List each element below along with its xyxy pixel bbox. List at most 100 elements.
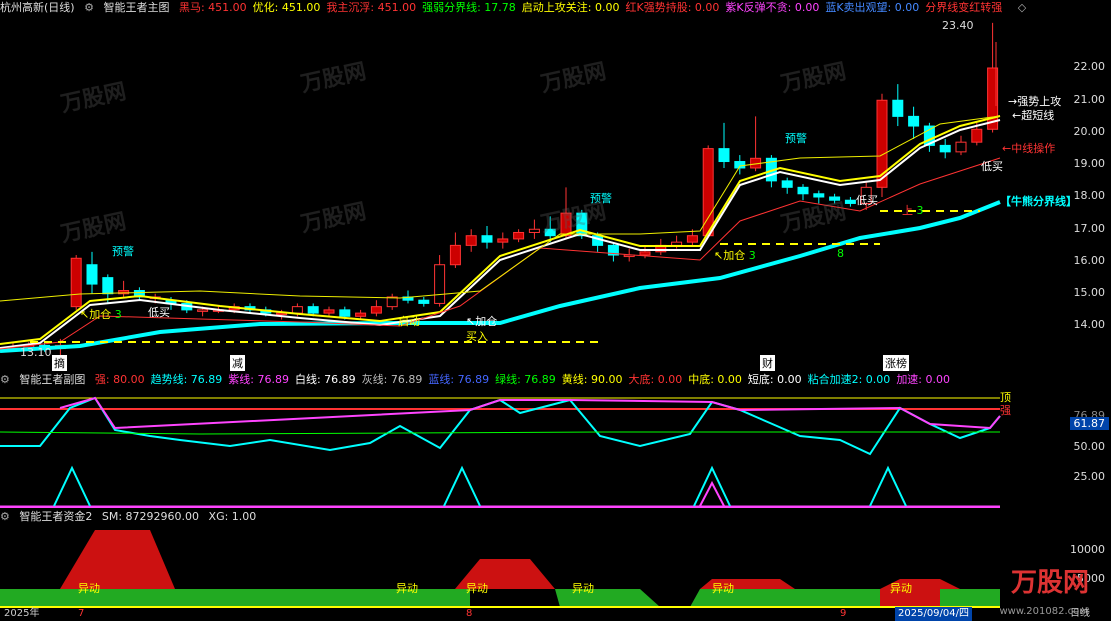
main-indicator-name[interactable]: 智能王者主图 (103, 1, 169, 14)
indicator-settings-icon[interactable]: ⚙ (0, 510, 10, 523)
candle-body (370, 306, 382, 314)
warning-label: 预警 (112, 245, 134, 258)
candle-body (434, 264, 446, 304)
indicator-value: 蓝线: 76.89 (428, 373, 490, 386)
axis-tick: 22.00 (1073, 60, 1106, 73)
event-tag[interactable]: 摘 (52, 355, 67, 371)
indicator-value: 趋势线: 76.89 (150, 373, 223, 386)
candle-body (513, 231, 525, 240)
up-label: 上 3 (902, 204, 924, 217)
candle-body (955, 141, 967, 153)
candle-body (449, 244, 461, 266)
indicator-value: 启动上攻关注: 0.00 (521, 1, 620, 14)
indicator-settings-icon[interactable]: ⚙ (0, 373, 10, 386)
candle-body (497, 238, 509, 243)
candle-body (639, 251, 651, 256)
candle-body (718, 148, 730, 163)
event-tag[interactable]: 减 (230, 355, 245, 371)
strong-marker: 强 (1000, 404, 1011, 417)
candle-body (908, 115, 920, 127)
candle-body (102, 277, 114, 295)
indicator-settings-icon[interactable]: ⚙ (84, 1, 94, 14)
diamond-icon[interactable]: ◇ (1018, 1, 1026, 14)
axis-tick: 14.00 (1073, 318, 1106, 331)
add-position-label: ↖加仓 3 (714, 249, 756, 262)
axis-tick: 50.00 (1073, 440, 1106, 453)
main-price-axis: 22.00 21.00 20.00 19.00 18.00 17.00 16.0… (1059, 16, 1111, 366)
high-price-label: 23.40 (942, 19, 974, 32)
axis-tick: 25.00 (1073, 470, 1106, 483)
candle-body (197, 309, 209, 312)
low-buy-label: 低买 (981, 160, 1003, 173)
indicator-value: 灰线: 76.89 (361, 373, 423, 386)
spike-line (869, 465, 907, 507)
candle-body (307, 306, 319, 314)
indicator-value: 我主沉浮: 451.00 (326, 1, 417, 14)
candle-body (418, 299, 430, 304)
year-label: 2025年 (4, 608, 40, 619)
axis-tick: 18.00 (1073, 189, 1106, 202)
axis-tick: 16.00 (1073, 254, 1106, 267)
fund-flow-chart[interactable] (0, 525, 1060, 610)
indicator-value: 短底: 0.00 (747, 373, 802, 386)
spike-line (443, 465, 481, 507)
anomaly-label: 异动 (890, 582, 912, 595)
axis-tick: 19.00 (1073, 157, 1106, 170)
indicator-value: 大底: 0.00 (628, 373, 683, 386)
indicator-value: 紫线: 76.89 (228, 373, 289, 386)
candle-body (465, 235, 477, 246)
fund-indicator-name[interactable]: 智能王者资金2 (19, 510, 92, 523)
candle-body (528, 228, 540, 233)
sub-indicator-name[interactable]: 智能王者副图 (19, 373, 85, 386)
sub-indicator-chart[interactable] (0, 388, 1060, 508)
indicator-value: 中底: 0.00 (688, 373, 742, 386)
spike-line (53, 465, 91, 507)
indicator-value: 绿线: 76.89 (495, 373, 556, 386)
spike-line (693, 465, 731, 507)
candle-body (339, 309, 351, 317)
indicator-value: 黄线: 90.00 (561, 373, 623, 386)
month-label: 8 (466, 608, 473, 619)
super-short-label: ←超短线 (1012, 109, 1055, 122)
indicator-value: 强弱分界线: 17.78 (422, 1, 516, 14)
candle-body (671, 241, 683, 246)
indicator-value: 紫K反弹不贪: 0.00 (725, 1, 820, 14)
candle-body (939, 144, 951, 153)
add-position-label: ↖加仓 3 (80, 308, 122, 321)
sm-value: SM: 87292960.00 (101, 510, 200, 523)
indicator-value: 优化: 451.00 (252, 1, 321, 14)
anomaly-label: 异动 (78, 582, 100, 595)
candle-body (386, 296, 398, 308)
event-tag[interactable]: 涨榜 (883, 355, 909, 371)
purple-line (59, 396, 1001, 430)
main-chart-header: 杭州高新(日线) ⚙ 智能王者主图 黑马: 451.00 优化: 451.00 我主… (0, 0, 1111, 16)
candle-body (70, 257, 82, 308)
axis-tick: 20.00 (1073, 125, 1106, 138)
candle-body (892, 99, 904, 117)
fund-chart-header: ⚙ 智能王者资金2 SM: 87292960.00 XG: 1.00 (0, 509, 1060, 525)
pressure-line (0, 115, 1001, 302)
bull-bear-line-label: 【牛熊分界线】 (1000, 195, 1077, 208)
candle-body (797, 186, 809, 195)
indicator-value: 粘合加速2: 0.00 (807, 373, 891, 386)
outflow-area (940, 589, 1000, 607)
month-label: 9 (840, 608, 847, 619)
anomaly-label: 异动 (712, 582, 734, 595)
low-buy-label: 低买 (856, 194, 878, 207)
candle-body (481, 235, 493, 243)
mid-line-label: ←中线操作 (1002, 142, 1056, 155)
stock-title: 杭州高新(日线) (0, 1, 75, 14)
warning-label: 预警 (785, 132, 807, 145)
indicator-value: 强: 80.00 (94, 373, 145, 386)
indicator-value: 白线: 76.89 (294, 373, 356, 386)
event-tag[interactable]: 财 (760, 355, 775, 371)
indicator-value: 红K强势持股: 0.00 (625, 1, 720, 14)
anomaly-label: 异动 (572, 582, 594, 595)
current-date-label: 2025/09/04/四 (895, 607, 973, 621)
anomaly-label: 异动 (396, 582, 418, 595)
candle-body (291, 306, 303, 314)
candle-body (781, 180, 793, 188)
month-label: 7 (78, 608, 85, 619)
axis-tick: 10000 (1070, 543, 1105, 556)
axis-tick: 17.00 (1073, 222, 1106, 235)
